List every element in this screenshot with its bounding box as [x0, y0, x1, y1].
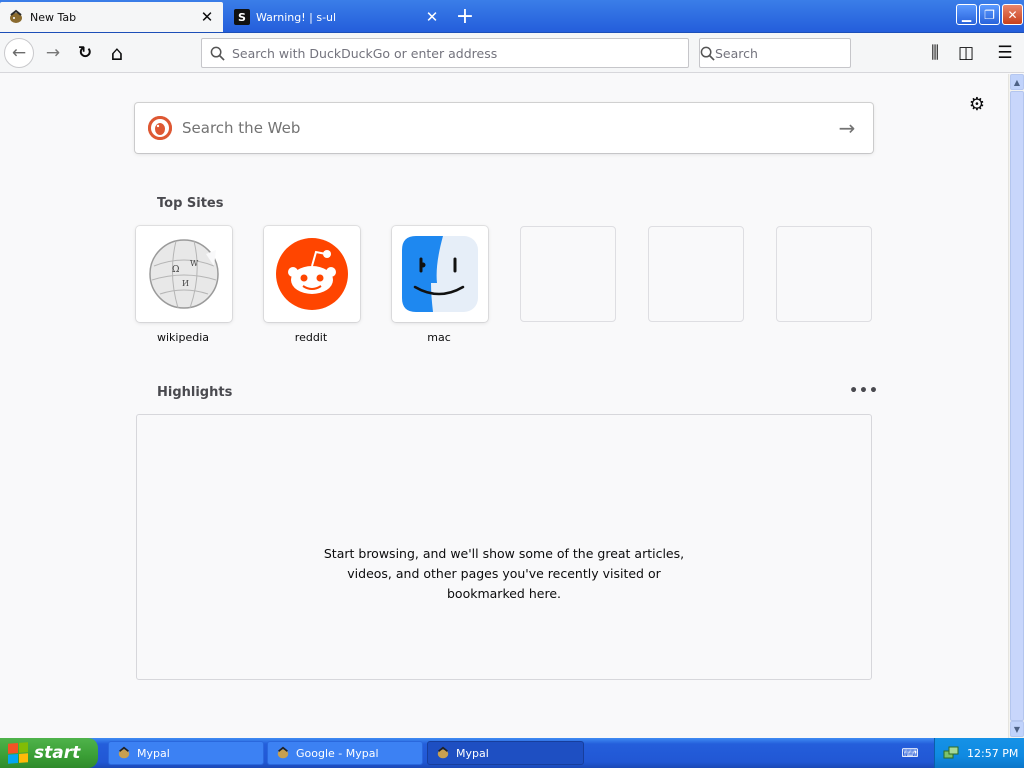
- vertical-scrollbar[interactable]: ▲ ▼: [1008, 74, 1024, 738]
- home-button[interactable]: ⌂: [102, 38, 132, 68]
- top-site-label: reddit: [294, 331, 328, 344]
- taskbar-item-label: Google - Mypal: [296, 746, 379, 760]
- mypal-icon: [276, 746, 290, 760]
- search-bar[interactable]: [699, 38, 871, 68]
- search-input[interactable]: [715, 45, 871, 61]
- restore-button[interactable]: ❐: [979, 4, 1000, 25]
- tab-warning-s-ul[interactable]: S Warning! | s-ul ✕: [226, 2, 448, 32]
- sidebar-button[interactable]: ◫: [951, 38, 981, 68]
- finder-logo-icon: [402, 236, 478, 312]
- keyboard-icon[interactable]: ⌨: [901, 745, 918, 761]
- search-go-button[interactable]: →: [827, 108, 867, 148]
- taskbar-item-label: Mypal: [456, 746, 489, 760]
- new-tab-button[interactable]: +: [452, 4, 478, 29]
- svg-text:И: И: [182, 279, 189, 288]
- svg-text:W: W: [190, 259, 199, 268]
- wikipedia-logo-icon: Ω W И: [149, 239, 219, 309]
- back-button[interactable]: ←: [4, 38, 34, 68]
- system-tray: 12:57 PM: [934, 738, 1024, 768]
- url-bar[interactable]: [201, 38, 689, 68]
- tab-new-tab[interactable]: New Tab ✕: [0, 2, 223, 32]
- scroll-thumb[interactable]: [1010, 91, 1024, 721]
- top-site-label: wikipedia: [156, 331, 209, 344]
- mypal-favicon-icon: [8, 9, 24, 25]
- search-icon: [202, 46, 232, 61]
- menu-button[interactable]: ☰: [990, 38, 1020, 68]
- top-site-reddit[interactable]: [264, 226, 360, 322]
- web-search-input[interactable]: [182, 119, 827, 137]
- network-icon[interactable]: [943, 745, 959, 761]
- top-site-mac[interactable]: [392, 226, 488, 322]
- taskbar: start Mypal Google - Mypal Mypal ⌨ 12:57…: [0, 738, 1024, 768]
- svg-text:Ω: Ω: [172, 265, 179, 275]
- url-input[interactable]: [232, 45, 688, 61]
- top-site-empty[interactable]: [776, 226, 872, 322]
- top-site-label: mac: [427, 331, 451, 344]
- windows-logo-icon: [8, 742, 28, 764]
- reddit-logo-icon: [276, 238, 348, 310]
- reload-button[interactable]: ↻: [70, 38, 100, 68]
- clock: 12:57 PM: [967, 746, 1019, 760]
- s-ul-favicon-icon: S: [234, 9, 250, 25]
- start-label: start: [34, 743, 81, 763]
- tab-label: New Tab: [30, 10, 77, 24]
- mypal-icon: [117, 746, 131, 760]
- new-tab-page: ⚙ → Top Sites Ω W И: [0, 74, 1008, 738]
- tab-bar: New Tab ✕ S Warning! | s-ul ✕ + ▁ ❐ ✕: [0, 0, 1024, 33]
- gear-icon[interactable]: ⚙: [966, 93, 988, 115]
- close-tab-icon[interactable]: ✕: [422, 7, 442, 27]
- navigation-toolbar: ← → ↻ ⌂ ⫼ ◫ ☰: [0, 33, 1024, 73]
- duckduckgo-icon: [148, 116, 172, 140]
- highlights-empty-message: Start browsing, and we'll show some of t…: [323, 546, 685, 601]
- library-button[interactable]: ⫼: [920, 38, 950, 68]
- highlights-more-button[interactable]: •••: [849, 381, 878, 401]
- highlights-title: Highlights: [157, 385, 233, 400]
- top-site-empty[interactable]: [648, 226, 744, 322]
- taskbar-item-label: Mypal: [137, 746, 170, 760]
- start-button[interactable]: start: [0, 738, 98, 768]
- web-search-box[interactable]: →: [135, 103, 873, 153]
- close-tab-icon[interactable]: ✕: [197, 7, 217, 27]
- taskbar-item-google-mypal[interactable]: Google - Mypal: [267, 741, 423, 765]
- scroll-up-icon[interactable]: ▲: [1010, 74, 1024, 90]
- search-icon: [700, 46, 715, 61]
- top-site-wikipedia[interactable]: Ω W И: [136, 226, 232, 322]
- forward-button[interactable]: →: [38, 38, 68, 68]
- taskbar-item-mypal-active[interactable]: Mypal: [427, 741, 584, 765]
- top-site-empty[interactable]: [520, 226, 616, 322]
- mypal-icon: [436, 746, 450, 760]
- close-window-button[interactable]: ✕: [1002, 4, 1023, 25]
- top-sites-title: Top Sites: [157, 196, 224, 211]
- minimize-button[interactable]: ▁: [956, 4, 977, 25]
- taskbar-item-mypal[interactable]: Mypal: [108, 741, 264, 765]
- tab-label: Warning! | s-ul: [256, 10, 337, 24]
- scroll-down-icon[interactable]: ▼: [1010, 721, 1024, 737]
